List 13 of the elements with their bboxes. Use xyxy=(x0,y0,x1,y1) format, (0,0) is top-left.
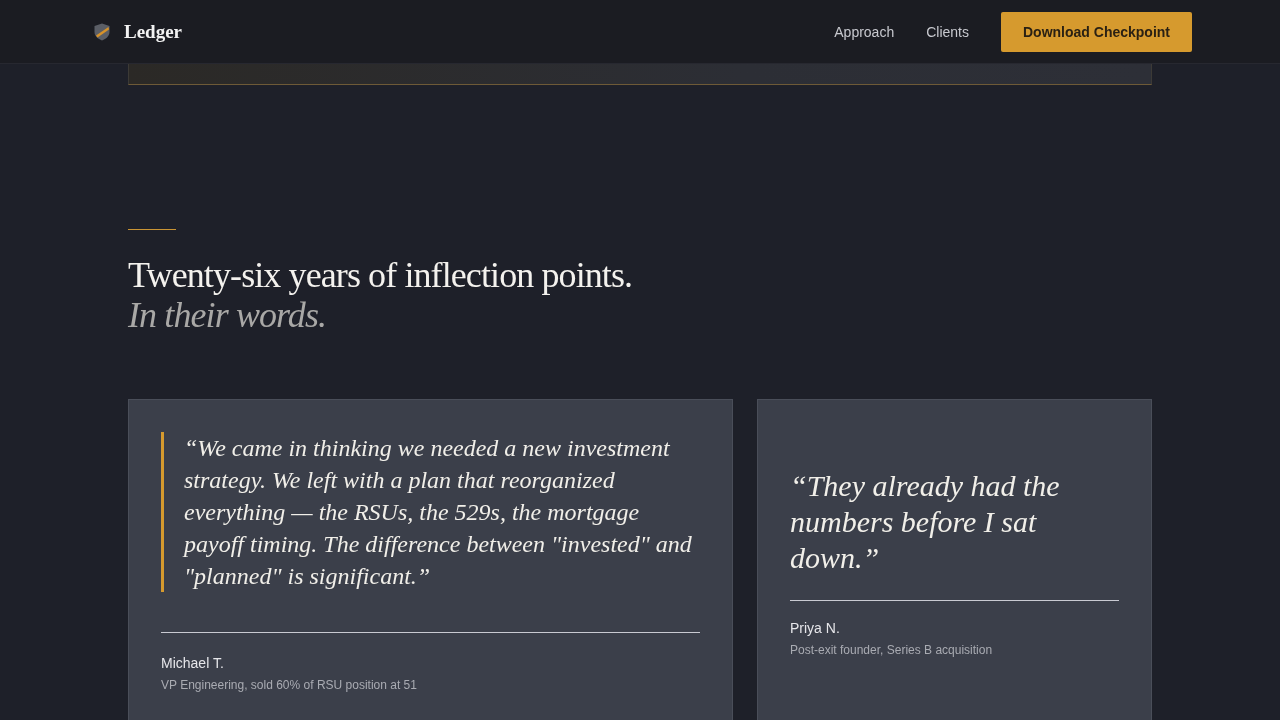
section-heading: Twenty-six years of inflection points. xyxy=(128,255,633,295)
quote-text: “They already had the numbers before I sat down.” xyxy=(790,467,1061,576)
author-role: Post-exit founder, Series B acquisition xyxy=(790,641,994,658)
nav-link[interactable]: Approach xyxy=(834,23,895,40)
shield-icon xyxy=(94,22,110,41)
author-role: VP Engineering, sold 60% of RSU position at 51 xyxy=(161,677,418,693)
nav-link[interactable]: Clients xyxy=(926,23,969,40)
brand-name: Ledger xyxy=(124,20,183,43)
quote-text: “We came in thinking we needed a new investment strategy. We left with a plan that reorganized everything — the RSUs, the 529s, the mortgage payoff timing. The difference between "invested" and "planned" is significant.” xyxy=(184,434,693,591)
author-name: Michael T. xyxy=(161,655,225,671)
download-checkpoint-button[interactable]: Download Checkpoint xyxy=(1001,11,1192,52)
section-subheading: In their words. xyxy=(128,295,327,335)
author-name: Priya N. xyxy=(790,619,841,636)
